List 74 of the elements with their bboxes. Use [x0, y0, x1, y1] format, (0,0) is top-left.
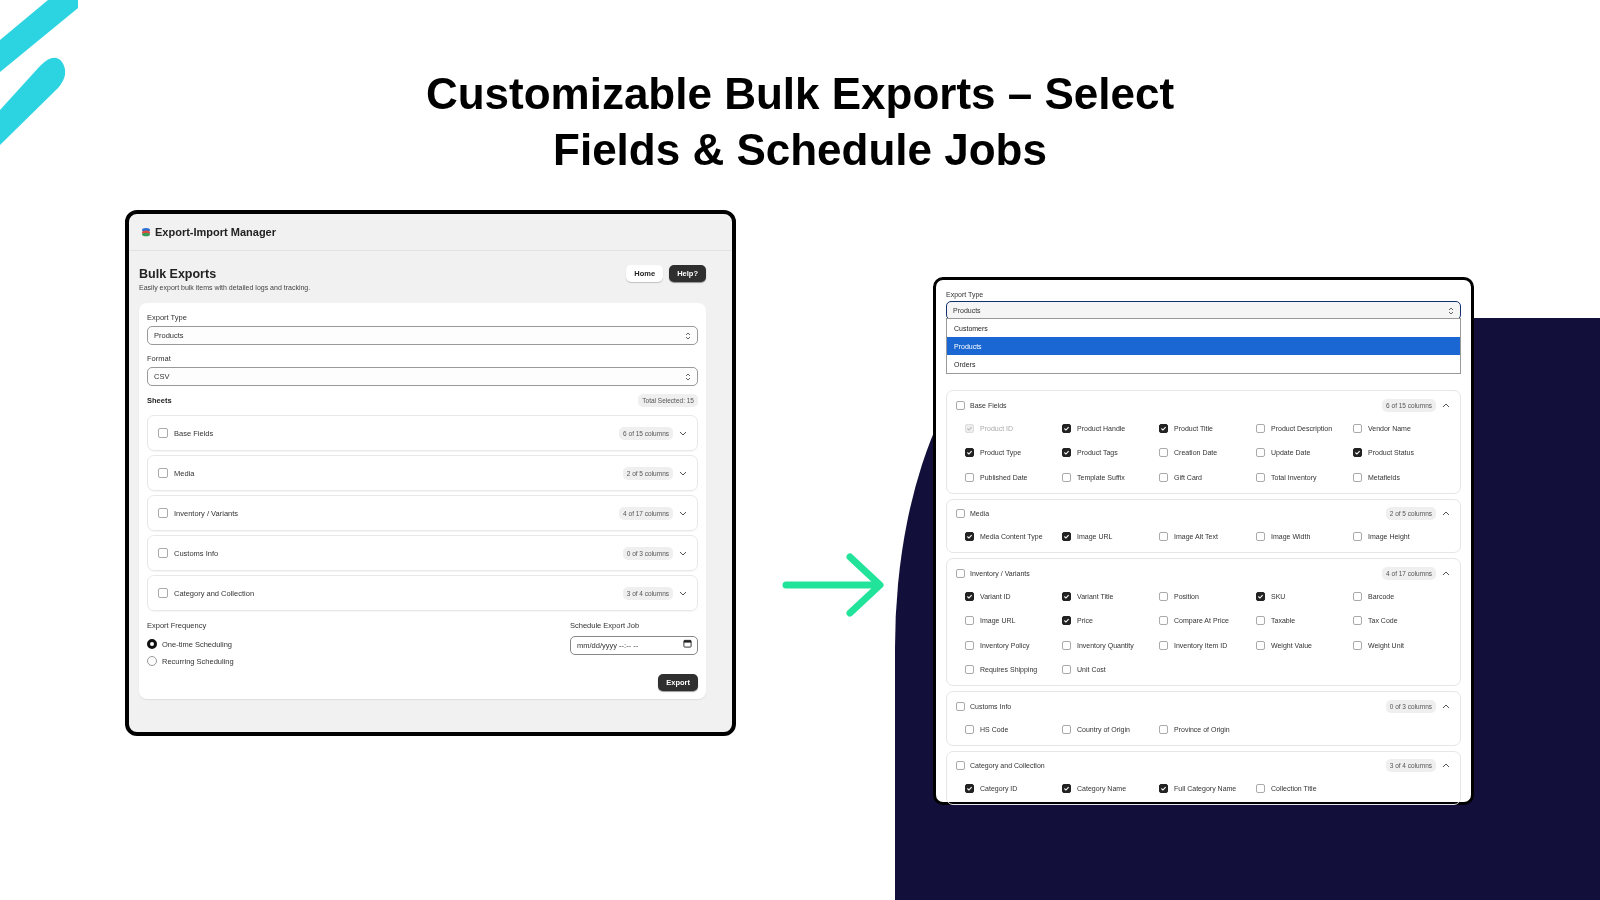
checkbox[interactable] [1353, 448, 1362, 458]
app-title: Export-Import Manager [155, 226, 276, 238]
checkbox[interactable] [1159, 423, 1168, 433]
checkbox[interactable] [1256, 532, 1265, 542]
checkbox[interactable] [956, 701, 965, 711]
checkbox[interactable] [1062, 616, 1071, 626]
up-down-chevron-icon [685, 371, 691, 382]
checkbox[interactable] [1159, 472, 1168, 482]
checkbox[interactable] [965, 640, 974, 650]
checkbox[interactable] [1256, 448, 1265, 458]
up-down-chevron-icon [685, 330, 691, 341]
checkbox[interactable] [965, 665, 974, 675]
stack-icon [141, 227, 151, 237]
checkbox[interactable] [1159, 640, 1168, 650]
checkbox[interactable] [1159, 784, 1168, 794]
chevron-up-icon[interactable] [1442, 570, 1450, 576]
checkbox[interactable] [1256, 423, 1265, 433]
checkbox[interactable] [1159, 724, 1168, 734]
checkbox[interactable] [158, 428, 168, 438]
checkbox[interactable] [1062, 423, 1071, 433]
checkbox[interactable] [965, 448, 974, 458]
checkbox[interactable] [1256, 616, 1265, 626]
checkbox[interactable] [1353, 616, 1362, 626]
checkbox[interactable] [965, 784, 974, 794]
checkbox[interactable] [1256, 591, 1265, 601]
checkbox[interactable] [1256, 784, 1265, 794]
chevron-down-icon[interactable] [679, 430, 687, 436]
checkbox[interactable] [965, 532, 974, 542]
chevron-down-icon[interactable] [679, 550, 687, 556]
logo-icon [0, 0, 80, 145]
checkbox[interactable] [956, 509, 965, 518]
checkbox[interactable] [1062, 448, 1071, 458]
checkbox[interactable] [956, 761, 965, 770]
checkbox[interactable] [1353, 423, 1362, 433]
page-title: Bulk Exports [139, 267, 218, 281]
checkbox[interactable] [965, 616, 974, 626]
chevron-up-icon[interactable] [1442, 402, 1450, 408]
checkbox[interactable] [158, 588, 168, 598]
calendar-icon[interactable] [683, 639, 692, 648]
checkbox[interactable] [158, 468, 168, 478]
checkbox[interactable] [158, 548, 168, 558]
checkbox[interactable] [1353, 640, 1362, 650]
checkbox[interactable] [1062, 665, 1071, 675]
checkbox[interactable] [956, 568, 965, 578]
chevron-down-icon[interactable] [679, 590, 687, 596]
checkbox[interactable] [1353, 591, 1362, 601]
checkbox[interactable] [1062, 784, 1071, 794]
chevron-up-icon[interactable] [1442, 511, 1450, 516]
checkbox[interactable] [1062, 472, 1071, 482]
checkbox[interactable] [1256, 640, 1265, 650]
checkbox[interactable] [1062, 591, 1071, 601]
checkbox[interactable] [1159, 616, 1168, 626]
checkbox[interactable] [965, 591, 974, 601]
checkbox[interactable] [1062, 532, 1071, 542]
checkbox[interactable] [956, 400, 965, 410]
headline: Customizable Bulk Exports – Select Fields & Schedule Jobs [424, 68, 1176, 176]
checkbox[interactable] [158, 508, 168, 518]
checkbox[interactable] [965, 724, 974, 734]
checkbox[interactable] [1256, 472, 1265, 482]
checkbox[interactable] [965, 472, 974, 482]
checkbox[interactable] [1062, 724, 1071, 734]
chevron-up-icon[interactable] [1442, 763, 1450, 768]
checkbox[interactable] [1159, 532, 1168, 542]
radio-button[interactable] [147, 639, 157, 649]
radio-button[interactable] [147, 656, 157, 666]
chevron-down-icon[interactable] [679, 470, 687, 476]
checkbox[interactable] [1353, 472, 1362, 482]
checkbox[interactable] [1353, 532, 1362, 542]
checkbox[interactable] [1062, 640, 1071, 650]
chevron-down-icon[interactable] [679, 510, 687, 516]
checkbox[interactable] [1159, 448, 1168, 458]
chevron-up-icon[interactable] [1442, 703, 1450, 709]
up-down-chevron-icon [1448, 305, 1454, 316]
checkbox[interactable] [1159, 591, 1168, 601]
